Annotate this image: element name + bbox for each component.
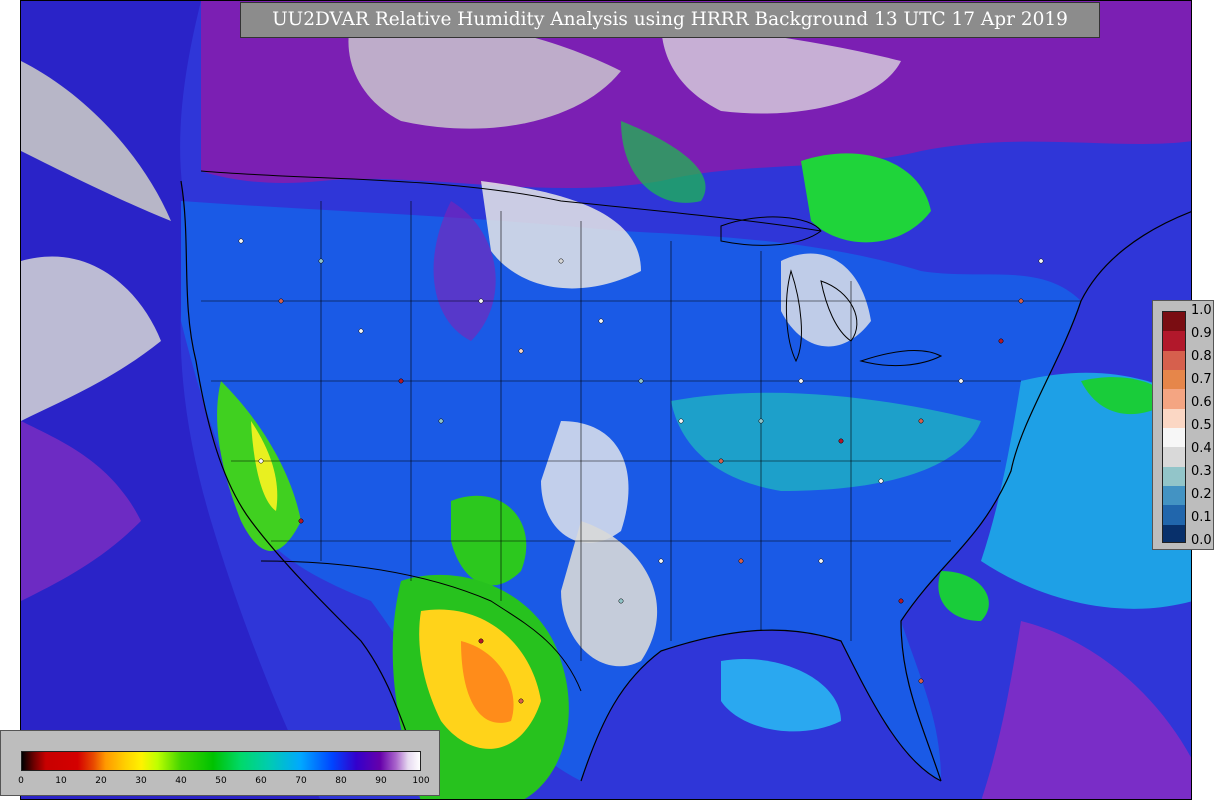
rh-analysis-map: [21, 1, 1191, 799]
legend-label: 0.4: [1191, 441, 1212, 456]
legend-label: 0.5: [1191, 418, 1212, 433]
legend-label: 0.7: [1191, 372, 1212, 387]
colorbar-tick-label: 10: [55, 776, 67, 786]
legend-label: 1.0: [1191, 303, 1212, 318]
colorbar-tick-label: 60: [255, 776, 267, 786]
colorbar-tick-label: 50: [215, 776, 227, 786]
legend-label: 0.8: [1191, 349, 1212, 364]
colorbar-tick-label: 20: [95, 776, 107, 786]
legend-swatch: [1163, 331, 1185, 351]
colorbar-tick-label: 30: [135, 776, 147, 786]
legend-swatch: [1163, 427, 1185, 448]
colorbar-tick-label: 80: [335, 776, 347, 786]
map-title: UU2DVAR Relative Humidity Analysis using…: [240, 2, 1100, 38]
legend-swatch: [1163, 408, 1185, 428]
colorbar-tick-label: 90: [375, 776, 387, 786]
observation-legend-swatches: [1162, 311, 1186, 543]
legend-swatch: [1163, 350, 1185, 370]
legend-label: 0.2: [1191, 487, 1212, 502]
legend-swatch: [1163, 505, 1185, 525]
map-panel[interactable]: [20, 0, 1192, 800]
legend-label: 0.6: [1191, 395, 1212, 410]
legend-label: 0.1: [1191, 510, 1212, 525]
legend-label: 0.0: [1191, 533, 1212, 548]
rh-colorbar: 0 10 20 30 40 50 60 70 80 90 100: [0, 730, 440, 796]
legend-swatch: [1163, 369, 1185, 390]
legend-swatch: [1163, 389, 1185, 409]
legend-swatch: [1163, 466, 1185, 486]
observation-legend: 1.0 0.9 0.8 0.7 0.6 0.5 0.4 0.3 0.2 0.1 0.0: [1152, 300, 1214, 550]
legend-label: 0.9: [1191, 326, 1212, 341]
rh-colorbar-gradient: [21, 751, 421, 771]
colorbar-tick-label: 70: [295, 776, 307, 786]
legend-swatch: [1163, 447, 1185, 467]
colorbar-tick-label: 0: [18, 776, 24, 786]
colorbar-tick-label: 100: [412, 776, 430, 786]
legend-swatch: [1163, 524, 1185, 542]
colorbar-tick-label: 40: [175, 776, 187, 786]
legend-swatch: [1163, 485, 1185, 506]
legend-label: 0.3: [1191, 464, 1212, 479]
legend-swatch: [1163, 312, 1185, 332]
